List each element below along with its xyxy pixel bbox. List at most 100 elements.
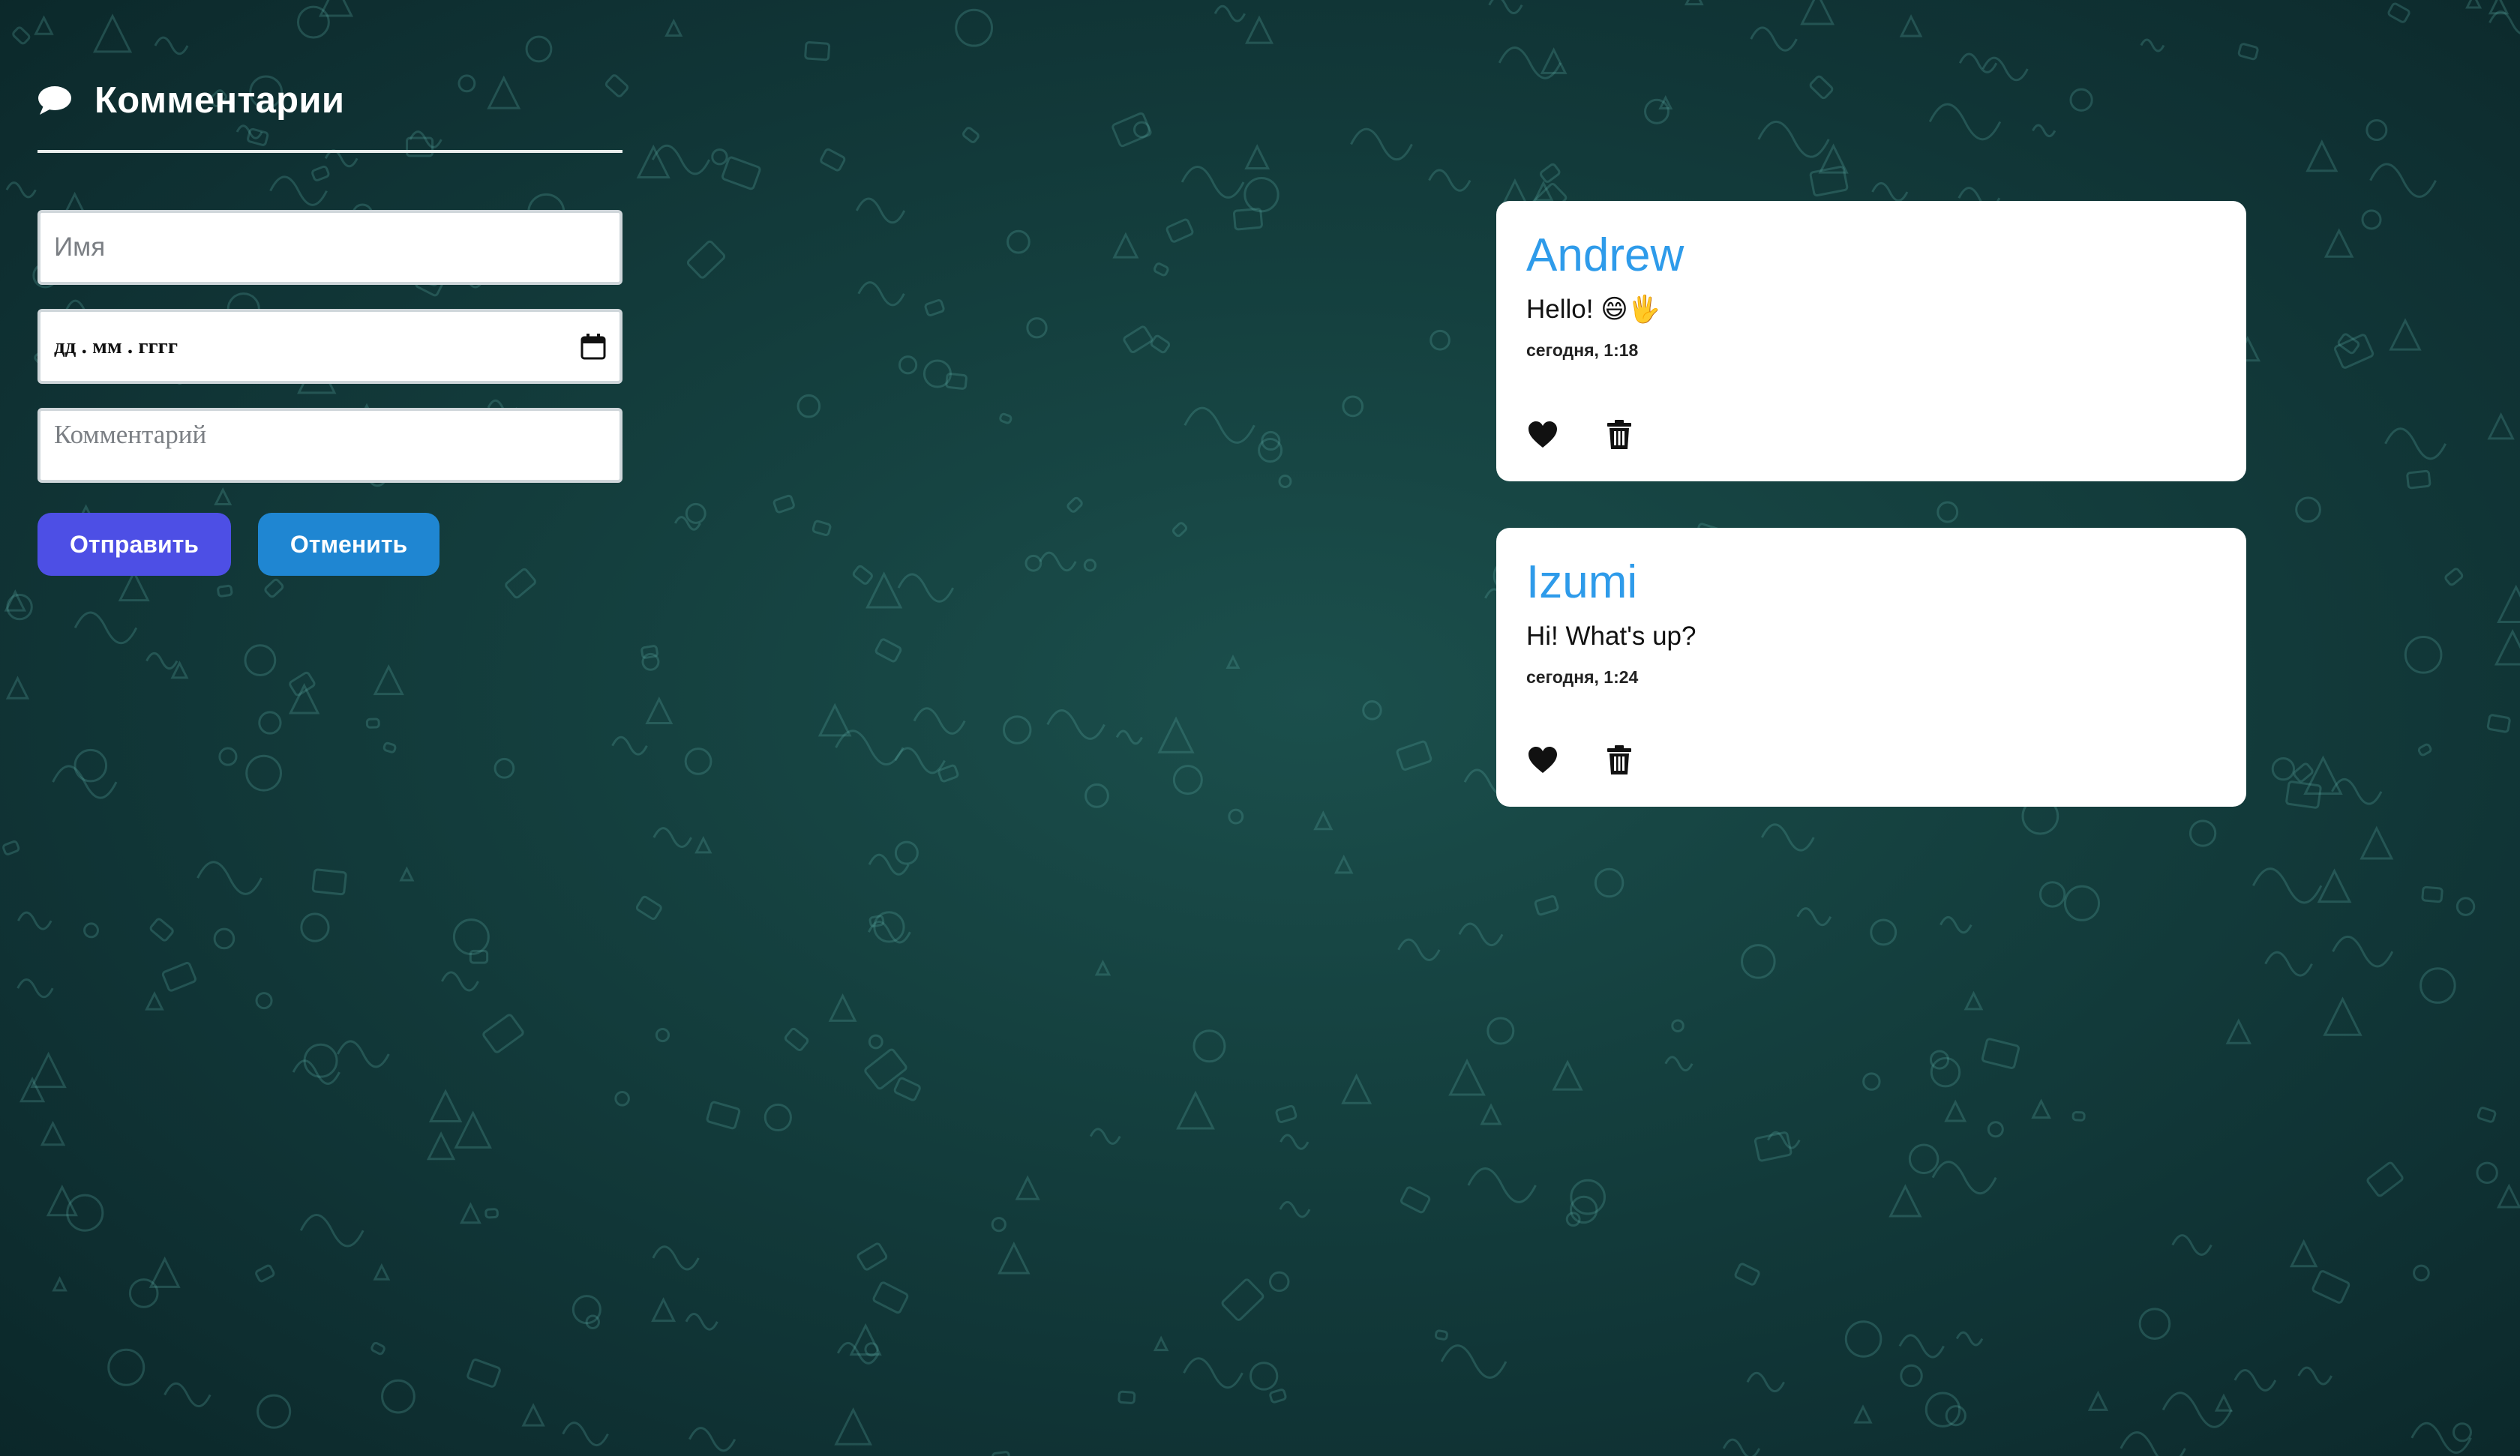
doodle-shape [170, 661, 189, 679]
doodle-shape [1084, 783, 1109, 808]
doodle-shape [585, 1314, 601, 1329]
doodle-shape [1750, 26, 1798, 52]
doodle-shape [2162, 1392, 2233, 1428]
doodle-shape [2306, 139, 2338, 172]
doodle-shape [2421, 885, 2444, 903]
doodle-shape [1039, 551, 1077, 572]
doodle-shape [469, 949, 489, 964]
doodle-shape [1249, 1362, 1279, 1391]
doodle-shape [1396, 740, 1432, 771]
doodle-shape [2317, 868, 2352, 903]
doodle-shape [2069, 88, 2093, 112]
trash-icon[interactable] [1603, 418, 1636, 451]
doodle-shape [1818, 143, 1849, 174]
doodle-shape [1342, 395, 1364, 418]
doodle-shape [1313, 810, 1334, 831]
doodle-shape [772, 494, 795, 514]
doodle-shape [2413, 1264, 2430, 1282]
doodle-shape [1900, 1364, 1923, 1388]
doodle-shape [784, 1027, 809, 1052]
doodle-shape [685, 502, 706, 524]
heart-icon[interactable] [1526, 418, 1559, 451]
doodle-shape [1671, 1019, 1684, 1032]
doodle-shape [2032, 124, 2056, 138]
doodle-shape [1552, 1059, 1583, 1091]
doodle-shape [1094, 959, 1112, 976]
doodle-shape [1026, 317, 1048, 339]
doodle-shape [684, 747, 712, 775]
doodle-shape [303, 1043, 338, 1078]
doodle-shape [2497, 584, 2520, 623]
trash-icon[interactable] [1603, 744, 1636, 777]
send-button[interactable]: Отправить [38, 513, 231, 576]
doodle-shape [1362, 700, 1382, 721]
doodle-shape [19, 1077, 46, 1103]
doodle-shape [1565, 1212, 1581, 1227]
comment-textarea[interactable]: Комментарий [38, 408, 622, 483]
doodle-shape [635, 895, 662, 920]
doodle-shape [938, 764, 959, 783]
date-input[interactable]: дд . мм . гггг [38, 309, 622, 384]
doodle-shape [868, 853, 910, 876]
doodle-shape [1928, 103, 2002, 141]
doodle-shape [1428, 169, 1472, 192]
doodle-shape [1767, 1131, 1801, 1149]
doodle-shape [2410, 1422, 2472, 1454]
doodle-shape [864, 1342, 879, 1357]
doodle-shape [1258, 438, 1283, 463]
comment-text: Hello! 😄🖐 [1526, 295, 1661, 324]
doodle-shape [866, 571, 903, 609]
doodle-shape [292, 1059, 340, 1085]
doodle-shape [92, 13, 133, 53]
heart-icon[interactable] [1526, 744, 1559, 777]
doodle-shape [2486, 714, 2511, 733]
doodle-shape [1754, 1131, 1792, 1162]
doodle-shape [245, 754, 283, 792]
doodle-shape [1006, 229, 1030, 254]
form-header: Комментарии [38, 75, 622, 126]
doodle-shape [1761, 823, 1815, 852]
doodle-shape [40, 1120, 66, 1146]
comment-author: Andrew [1526, 229, 1684, 281]
doodle-shape [4, 589, 27, 612]
doodle-shape [1533, 180, 1554, 202]
doodle-shape [686, 240, 726, 279]
doodle-shape [373, 1263, 391, 1281]
doodle-shape [1118, 1390, 1136, 1404]
doodle-shape [2488, 10, 2520, 34]
date-placeholder: дд . мм . гггг [54, 334, 178, 358]
doodle-shape [52, 1276, 68, 1292]
doodle-shape [2063, 885, 2101, 921]
doodle-shape [1166, 218, 1194, 243]
doodle-shape [1176, 1090, 1215, 1130]
doodle-shape [460, 1202, 482, 1224]
doodle-shape [1430, 329, 1450, 351]
doodle-shape [1157, 716, 1195, 753]
name-placeholder: Имя [54, 232, 106, 262]
comment-actions [1526, 418, 1636, 451]
doodle-shape [5, 181, 37, 199]
doodle-shape [1570, 1195, 1598, 1224]
doodle-shape [148, 1256, 181, 1288]
doodle-shape [796, 394, 821, 418]
name-input[interactable]: Имя [38, 210, 622, 285]
doodle-shape [849, 1323, 882, 1356]
doodle-shape [2140, 38, 2165, 52]
doodle-shape [685, 1313, 718, 1331]
doodle-shape [146, 652, 178, 670]
cancel-button[interactable]: Отменить [258, 513, 440, 576]
doodle-shape [1644, 98, 1670, 124]
doodle-shape [868, 915, 885, 927]
doodle-shape [1153, 1335, 1169, 1352]
doodle-shape [562, 1422, 609, 1447]
doodle-shape [2488, 0, 2510, 15]
form-title: Комментарии [94, 80, 345, 121]
doodle-shape [721, 156, 761, 190]
doodle-shape [2494, 629, 2520, 666]
doodle-shape [145, 991, 164, 1011]
doodle-shape [764, 1103, 792, 1132]
calendar-icon[interactable] [580, 333, 606, 360]
doodle-shape [2138, 1308, 2171, 1340]
doodle-shape [955, 8, 994, 47]
doodle-shape [1800, 0, 1835, 25]
